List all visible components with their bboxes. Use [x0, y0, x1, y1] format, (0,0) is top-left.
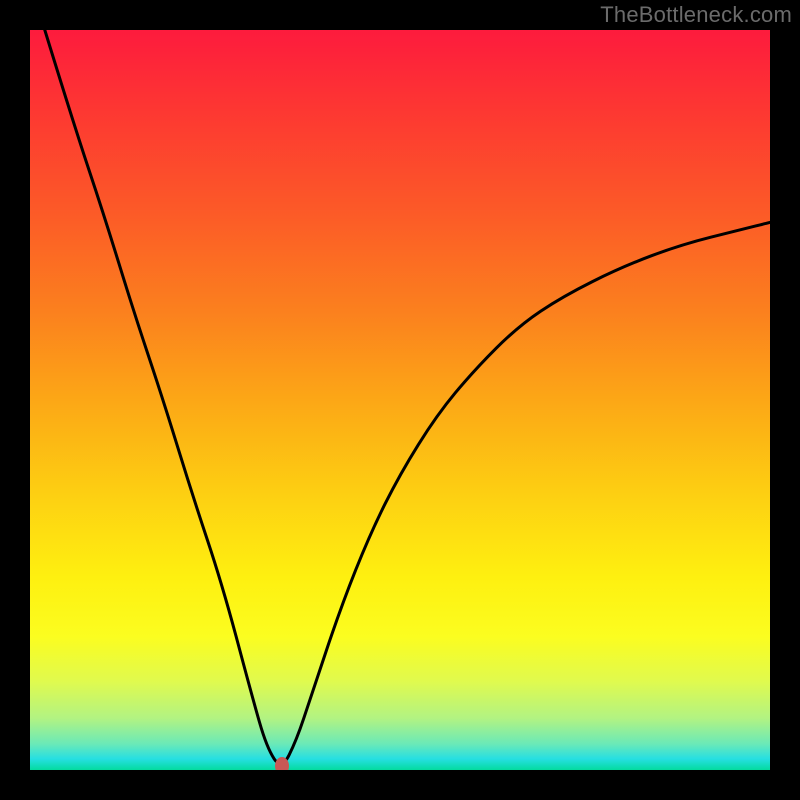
- bottleneck-curve: [30, 30, 770, 770]
- watermark-text: TheBottleneck.com: [600, 2, 792, 28]
- chart-frame: TheBottleneck.com: [0, 0, 800, 800]
- plot-area: [30, 30, 770, 770]
- minimum-marker: [275, 757, 289, 770]
